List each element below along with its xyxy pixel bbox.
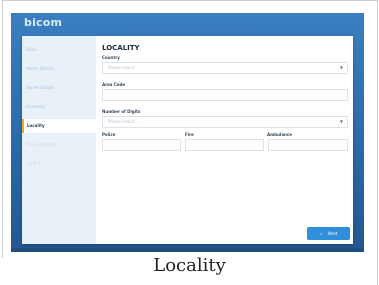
figure-border-top — [2, 0, 377, 1]
country-select-value: Please select... — [108, 65, 138, 70]
fire-field[interactable] — [185, 139, 264, 151]
sidebar-item-locality[interactable]: Locality — [22, 119, 96, 133]
page-title: LOCALITY — [102, 44, 140, 52]
chevron-down-icon: ▼ — [339, 65, 343, 70]
sidebar-item-server-details[interactable]: Server Details — [22, 81, 96, 95]
area-code-field[interactable] — [102, 89, 348, 101]
police-label: Police — [102, 132, 116, 137]
sidebar-item-admin-details[interactable]: Admin Details — [22, 62, 96, 76]
wizard-card: EULA Admin Details Server Details Licens… — [22, 36, 353, 244]
ambulance-field[interactable] — [268, 139, 348, 151]
sidebar-item-eula[interactable]: EULA — [22, 43, 96, 57]
figure: bicom EULA Admin Details Server Details … — [0, 0, 379, 285]
check-icon: ✓ — [319, 231, 324, 236]
footer-bar — [11, 248, 364, 252]
sidebar-item-licensing[interactable]: Licensing — [22, 100, 96, 114]
digits-select-value: Please select... — [108, 119, 138, 124]
logo: bicom — [24, 16, 63, 29]
fire-label: Fire — [185, 132, 194, 137]
chevron-down-icon: ▼ — [339, 119, 343, 124]
figure-border-left — [2, 0, 3, 258]
next-button-label: Next — [328, 231, 338, 236]
wizard-sidebar: EULA Admin Details Server Details Licens… — [22, 36, 96, 244]
figure-border-right — [377, 0, 378, 285]
wizard-main: LOCALITY Country Please select... ▼ Area… — [102, 36, 353, 244]
sidebar-item-confirm[interactable]: Confirm — [22, 157, 96, 171]
country-label: Country — [102, 55, 120, 60]
area-code-label: Area Code — [102, 82, 126, 87]
ambulance-label: Ambulance — [267, 132, 292, 137]
screenshot: bicom EULA Admin Details Server Details … — [11, 13, 364, 252]
digits-label: Number of Digits — [102, 109, 141, 114]
figure-caption: Locality — [153, 255, 226, 276]
digits-select[interactable]: Please select... ▼ — [102, 116, 348, 128]
sidebar-item-phone-defaults[interactable]: Phone Defaults — [22, 138, 96, 152]
police-field[interactable] — [102, 139, 181, 151]
country-select[interactable]: Please select... ▼ — [102, 62, 348, 74]
next-button[interactable]: ✓ Next — [307, 227, 350, 240]
